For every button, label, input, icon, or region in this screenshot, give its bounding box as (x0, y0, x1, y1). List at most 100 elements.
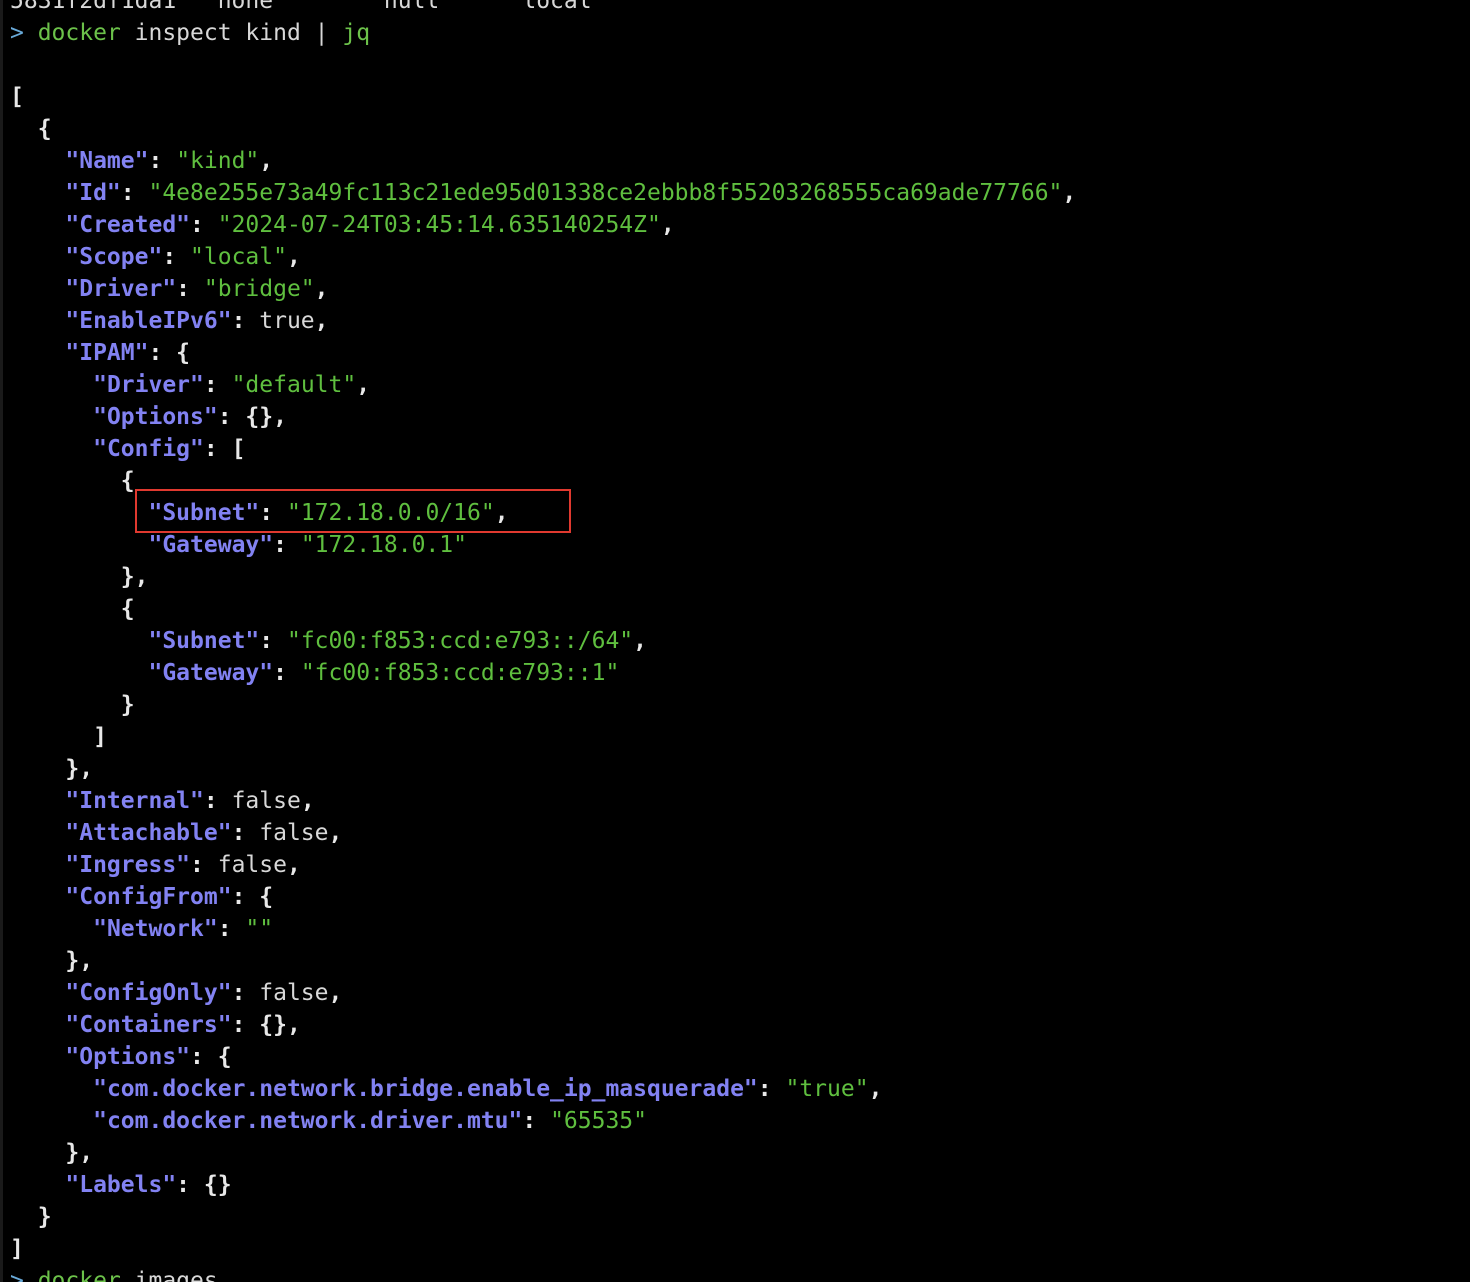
terminal-line: }, (10, 1137, 93, 1169)
terminal-line: "ConfigFrom": { (10, 881, 273, 913)
token-prompt: > (10, 1268, 38, 1282)
terminal-line: "Containers": {}, (10, 1009, 300, 1041)
token-key: "Created" (65, 212, 191, 238)
terminal-line: "Driver": "default", (10, 369, 370, 401)
terminal-line: { (10, 113, 52, 145)
token-key: "IPAM" (65, 340, 149, 366)
terminal-line: "Created": "2024-07-24T03:45:14.63514025… (10, 209, 674, 241)
token-punct: : (522, 1108, 551, 1134)
token-str: "fc00:f853:ccd:e793::1" (300, 660, 620, 686)
token-punct: , (259, 148, 274, 174)
terminal-line: > docker images (10, 1265, 218, 1282)
token-key: "Options" (93, 404, 218, 430)
token-plain: images (120, 1268, 218, 1282)
token-str: "65535" (550, 1108, 647, 1134)
token-str: "kind" (176, 148, 260, 174)
token-punct: }, (65, 756, 94, 782)
token-punct: }, (65, 948, 94, 974)
token-str: "" (245, 916, 274, 942)
terminal-line: "Options": { (10, 1041, 232, 1073)
terminal-line: { (10, 593, 135, 625)
token-punct: : (203, 788, 232, 814)
token-key: "Subnet" (148, 500, 260, 526)
token-lit: false (259, 820, 329, 846)
token-punct: [ (10, 84, 24, 110)
token-key: "Scope" (65, 244, 163, 270)
token-key: "Id" (65, 180, 121, 206)
token-punct: }, (120, 564, 149, 590)
token-punct: ] (10, 1236, 24, 1262)
token-punct: : {}, (217, 404, 287, 430)
token-key: "Containers" (65, 1012, 232, 1038)
token-punct: : (203, 372, 232, 398)
terminal-line: "Labels": {} (10, 1169, 231, 1201)
terminal-line: "Scope": "local", (10, 241, 301, 273)
token-str: "4e8e255e73a49fc113c21ede95d01338ce2ebbb… (148, 180, 1063, 206)
token-punct: } (37, 1204, 52, 1230)
token-str: "2024-07-24T03:45:14.635140254Z" (217, 212, 661, 238)
terminal-line: "EnableIPv6": true, (10, 305, 328, 337)
terminal-line: }, (10, 945, 93, 977)
terminal-window[interactable]: 5831f2df1da1 none null local > docker ins… (0, 0, 1470, 1282)
token-punct: }, (65, 1140, 94, 1166)
token-punct: , (633, 628, 648, 654)
token-lit: false (231, 788, 301, 814)
token-punct: : (162, 244, 191, 270)
token-punct: , (286, 244, 301, 270)
token-lit: true (259, 308, 315, 334)
terminal-line: > docker inspect kind | jq (10, 17, 370, 49)
terminal-line: "com.docker.network.bridge.enable_ip_mas… (10, 1073, 882, 1105)
token-punct: : (231, 980, 260, 1006)
token-punct: : (190, 212, 218, 238)
token-punct: : (231, 820, 260, 846)
token-str: "fc00:f853:ccd:e793::/64" (286, 628, 634, 654)
token-str: "bridge" (203, 276, 315, 302)
terminal-line: "com.docker.network.driver.mtu": "65535" (10, 1105, 647, 1137)
token-lit: false (217, 852, 287, 878)
token-key: "Gateway" (148, 532, 274, 558)
terminal-line: "Gateway": "fc00:f853:ccd:e793::1" (10, 657, 619, 689)
terminal-line-highlighted: { (10, 465, 135, 497)
token-key: "com.docker.network.driver.mtu" (93, 1108, 523, 1134)
token-key: "Network" (93, 916, 218, 942)
token-cmd: docker (37, 1268, 121, 1282)
token-plain: 5831f2df1da1 none null local (10, 0, 592, 14)
token-punct: : (231, 308, 260, 334)
token-str: "172.18.0.1" (300, 532, 467, 558)
token-punct: : (148, 148, 177, 174)
token-str: "true" (785, 1076, 869, 1102)
terminal-line: "Ingress": false, (10, 849, 301, 881)
token-punct: ] (93, 724, 107, 750)
terminal-line: "Attachable": false, (10, 817, 342, 849)
token-punct: : { (190, 1044, 232, 1070)
token-punct: , (286, 852, 301, 878)
terminal-line: "Config": [ (10, 433, 245, 465)
token-punct: , (1062, 180, 1077, 206)
terminal-line: }, (10, 561, 149, 593)
terminal-line: } (10, 689, 135, 721)
token-key: "Internal" (65, 788, 204, 814)
token-key: "Config" (93, 436, 204, 462)
terminal-line: "Subnet": "fc00:f853:ccd:e793::/64", (10, 625, 647, 657)
token-punct: : (757, 1076, 786, 1102)
terminal-line: "Id": "4e8e255e73a49fc113c21ede95d01338c… (10, 177, 1076, 209)
terminal-line: "Internal": false, (10, 785, 314, 817)
